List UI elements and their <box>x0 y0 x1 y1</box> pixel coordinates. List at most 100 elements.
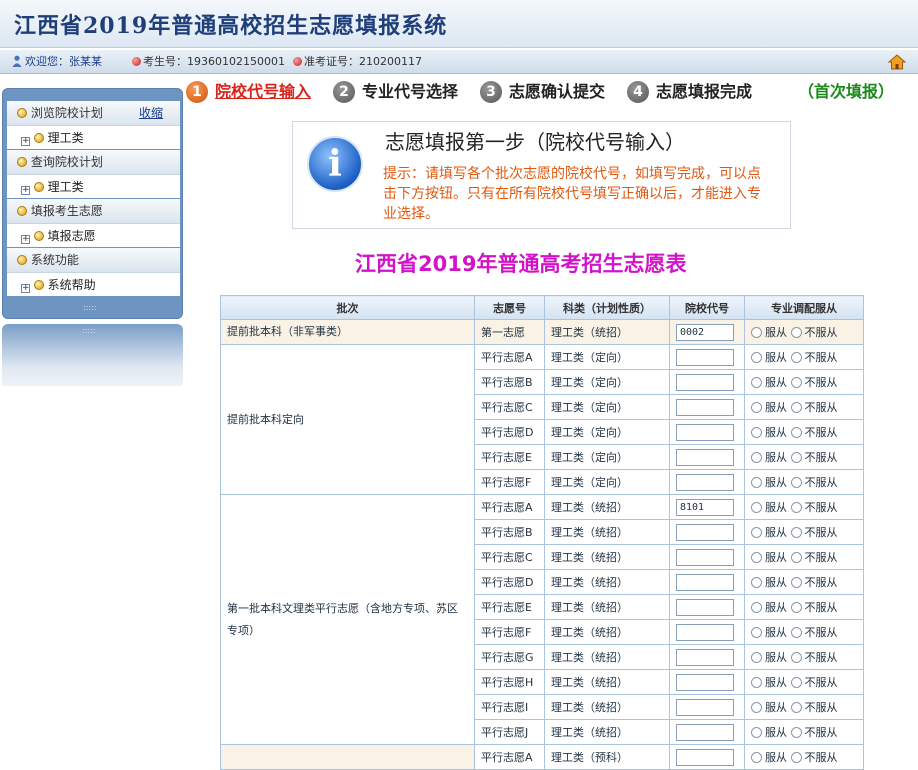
adjust-cell: 服从 不服从 <box>744 494 864 520</box>
collapse-link[interactable]: 收缩 <box>139 101 163 125</box>
obey-radio[interactable] <box>751 477 762 488</box>
school-code-cell <box>669 444 745 470</box>
col-header-batch: 批次 <box>220 295 475 320</box>
obey-radio[interactable] <box>751 627 762 638</box>
not-obey-label: 不服从 <box>804 526 838 539</box>
not-obey-radio[interactable] <box>790 452 802 463</box>
obey-radio[interactable] <box>751 452 762 463</box>
col-header-choice: 志愿号 <box>474 295 545 320</box>
school-code-input[interactable] <box>676 448 734 466</box>
school-code-input[interactable] <box>676 723 734 741</box>
obey-label: 服从 <box>765 526 787 539</box>
step-label: 专业代号选择 <box>362 82 459 101</box>
sidebar-item-query-science[interactable]: + 理工类 <box>7 174 180 198</box>
school-code-input[interactable] <box>676 573 734 591</box>
obey-radio[interactable] <box>751 402 762 413</box>
obey-radio[interactable] <box>751 702 762 713</box>
obey-radio[interactable] <box>751 327 762 338</box>
adjust-cell: 服从 不服从 <box>744 719 864 745</box>
obey-radio[interactable] <box>751 677 762 688</box>
not-obey-radio[interactable] <box>790 702 802 713</box>
expand-icon[interactable]: + <box>21 284 30 293</box>
not-obey-radio[interactable] <box>790 727 802 738</box>
not-obey-radio[interactable] <box>790 327 802 338</box>
obey-radio[interactable] <box>751 352 762 363</box>
category-cell: 理工类（统招） <box>544 694 670 720</box>
category-cell: 理工类（定向） <box>544 369 670 395</box>
school-code-input[interactable]: 8101 <box>676 498 734 516</box>
sidebar-section-browse-plans[interactable]: 浏览院校计划 收缩 <box>7 101 180 125</box>
choice-cell: 第一志愿 <box>474 319 545 345</box>
category-cell: 理工类（统招） <box>544 494 670 520</box>
batch-cell: 提前批本科定向 <box>220 344 475 495</box>
sidebar-section-system[interactable]: 系统功能 <box>7 248 180 272</box>
category-cell: 理工类（定向） <box>544 394 670 420</box>
expand-icon[interactable]: + <box>21 137 30 146</box>
obey-label: 服从 <box>765 626 787 639</box>
school-code-input[interactable] <box>676 698 734 716</box>
not-obey-radio[interactable] <box>790 402 802 413</box>
category-cell: 理工类（统招） <box>544 544 670 570</box>
step-label: 志愿填报完成 <box>656 82 753 101</box>
obey-radio[interactable] <box>751 427 762 438</box>
not-obey-radio[interactable] <box>790 677 802 688</box>
sidebar-item-browse-science[interactable]: + 理工类 <box>7 125 180 149</box>
step-number-icon: 1 <box>186 81 208 103</box>
header-banner: 江西省2019年普通高校招生志愿填报系统 <box>0 0 918 48</box>
not-obey-radio[interactable] <box>790 527 802 538</box>
expand-icon[interactable]: + <box>21 235 30 244</box>
obey-radio[interactable] <box>751 502 762 513</box>
obey-radio[interactable] <box>751 552 762 563</box>
school-code-input[interactable] <box>676 398 734 416</box>
not-obey-radio[interactable] <box>790 377 802 388</box>
not-obey-label: 不服从 <box>804 676 838 689</box>
category-cell: 理工类（定向） <box>544 344 670 370</box>
not-obey-radio[interactable] <box>790 427 802 438</box>
school-code-input[interactable] <box>676 523 734 541</box>
obey-radio[interactable] <box>751 727 762 738</box>
school-code-input[interactable] <box>676 473 734 491</box>
school-code-input[interactable] <box>676 348 734 366</box>
table-row: 第一批本科文理类平行志愿（含地方专项、苏区专项） 平行志愿A 理工类（统招） 8101… <box>220 494 864 745</box>
home-icon[interactable] <box>888 54 906 70</box>
obey-radio[interactable] <box>751 577 762 588</box>
not-obey-radio[interactable] <box>790 577 802 588</box>
admit-no-label: 准考证号： <box>304 55 359 68</box>
school-code-input[interactable] <box>676 373 734 391</box>
not-obey-radio[interactable] <box>790 627 802 638</box>
sidebar-item-fill-wish[interactable]: + 填报志愿 <box>7 223 180 247</box>
not-obey-radio[interactable] <box>790 552 802 563</box>
sidebar-item-label: 理工类 <box>47 131 84 145</box>
school-code-input[interactable]: 0002 <box>676 323 734 341</box>
user-name: 张某某 <box>69 55 102 68</box>
exam-number: 考生号：19360102150001 <box>132 50 285 74</box>
school-code-input[interactable] <box>676 673 734 691</box>
step-1[interactable]: 1 院校代号输入 <box>186 80 311 104</box>
not-obey-radio[interactable] <box>790 352 802 363</box>
school-code-input[interactable] <box>676 598 734 616</box>
not-obey-radio[interactable] <box>790 502 802 513</box>
school-code-input[interactable] <box>676 748 734 766</box>
obey-radio[interactable] <box>751 652 762 663</box>
school-code-input[interactable] <box>676 423 734 441</box>
school-code-cell <box>669 519 745 545</box>
not-obey-radio[interactable] <box>790 602 802 613</box>
choice-cell: 平行志愿A <box>474 744 545 770</box>
step-2: 2 专业代号选择 <box>333 80 458 104</box>
obey-radio[interactable] <box>751 602 762 613</box>
obey-radio[interactable] <box>751 527 762 538</box>
batch-cell: 提前批本科（非军事类） <box>220 319 475 345</box>
obey-label: 服从 <box>765 426 787 439</box>
school-code-input[interactable] <box>676 648 734 666</box>
sidebar-section-fill-wishes[interactable]: 填报考生志愿 <box>7 199 180 223</box>
school-code-input[interactable] <box>676 548 734 566</box>
category-cell: 理工类（统招） <box>544 619 670 645</box>
sidebar-item-system-help[interactable]: + 系统帮助 <box>7 272 180 296</box>
expand-icon[interactable]: + <box>21 186 30 195</box>
sidebar-section-query-plans[interactable]: 查询院校计划 <box>7 150 180 174</box>
obey-label: 服从 <box>765 676 787 689</box>
obey-radio[interactable] <box>751 377 762 388</box>
not-obey-radio[interactable] <box>790 652 802 663</box>
school-code-input[interactable] <box>676 623 734 641</box>
not-obey-radio[interactable] <box>790 477 802 488</box>
